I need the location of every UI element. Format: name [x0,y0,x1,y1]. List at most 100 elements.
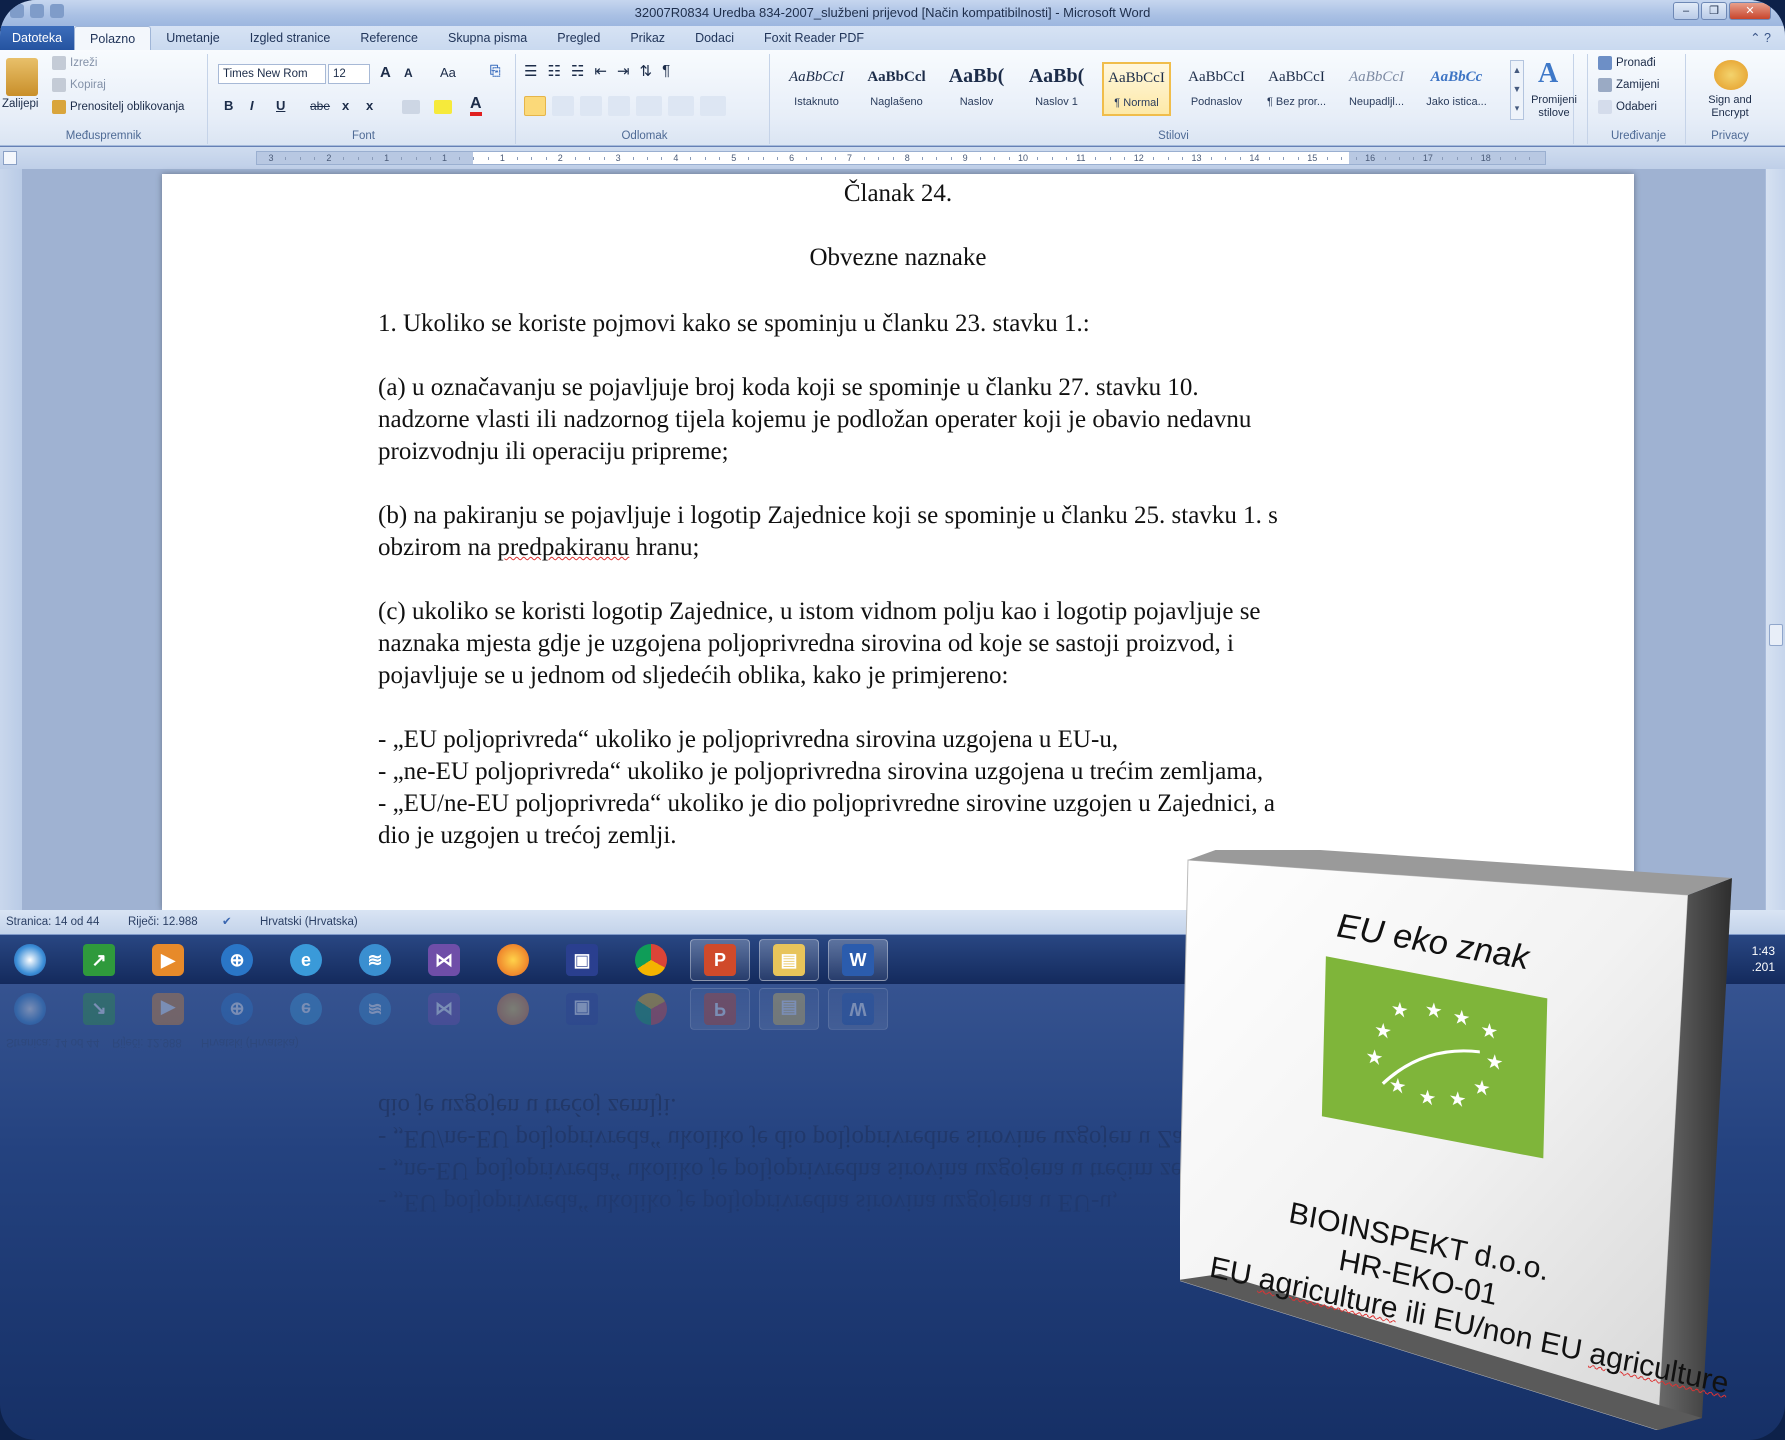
strikethrough-button[interactable]: abe [310,99,330,113]
italic-button[interactable]: I [250,98,254,113]
file-explorer-taskbar-button[interactable]: ▤ [759,939,819,981]
spelling-error[interactable]: predpakiranu [497,534,629,561]
tab-home[interactable]: Polazno [74,26,152,50]
word-count[interactable]: Riječi: 12.988 [128,910,198,934]
ruler-tick [1384,157,1386,160]
align-right-icon[interactable] [580,96,602,116]
tab-review[interactable]: Pregled [542,26,615,50]
tab-addins[interactable]: Dodaci [680,26,749,50]
internet-explorer-taskbar-button[interactable]: e [276,939,336,981]
text-run: obzirom na [378,534,498,561]
style-no-spacing[interactable]: AaBbCcI ¶ Bez pror... [1262,62,1331,116]
find-button[interactable]: Pronađi [1598,56,1656,70]
copy-button[interactable]: Kopiraj [52,78,106,92]
style-title[interactable]: AaBb(Naslov [942,62,1011,116]
save-disk-taskbar-button[interactable]: ▣ [552,939,612,981]
font-color-icon[interactable]: A [470,96,482,116]
media-player-taskbar-button[interactable]: ▶ [138,939,198,981]
tab-page-layout[interactable]: Izgled stranice [235,26,346,50]
globe-taskbar-button[interactable]: ⊕ [207,939,267,981]
help-icon[interactable]: ⌃ ? [1750,26,1771,50]
minimize-button[interactable]: – [1673,2,1699,20]
page-count[interactable]: Stranica: 14 od 44 [6,910,99,934]
align-center-icon[interactable] [552,96,574,116]
stock-chart-taskbar-button[interactable]: ↗ [69,939,129,981]
shrink-font-button[interactable]: A [404,66,413,80]
sign-encrypt-icon[interactable] [1714,60,1748,90]
highlight-icon[interactable] [434,100,452,114]
tab-file[interactable]: Datoteka [0,26,75,50]
change-case-button[interactable]: Aa [440,65,456,80]
paste-button[interactable]: Zalijepi [2,98,38,110]
start-orb-taskbar-button[interactable] [0,939,60,981]
style-heading-1[interactable]: AaBb(Naslov 1 [1022,62,1091,116]
clipboard-group-label: Međuspremnik [65,130,142,142]
svg-text:★: ★ [1374,1017,1392,1044]
subscript-button[interactable]: x [342,98,349,113]
justify-icon[interactable] [608,96,630,116]
decrease-indent-icon[interactable]: ⇤ [594,62,607,80]
copy-icon [52,78,66,92]
show-marks-icon[interactable]: ¶ [662,62,670,80]
increase-indent-icon[interactable]: ⇥ [617,62,630,80]
line-spacing-icon[interactable] [636,96,662,116]
bold-button[interactable]: B [224,98,233,113]
multilevel-list-icon[interactable]: ☵ [571,62,584,80]
close-button[interactable]: ✕ [1729,2,1771,20]
style-normal[interactable]: AaBbCcI ¶ Normal [1102,62,1171,116]
language-indicator[interactable]: Hrvatski (Hrvatska) [260,910,358,934]
ruler-tick [1326,157,1328,160]
shading-icon[interactable] [668,96,694,116]
underline-button[interactable]: U [276,98,285,113]
numbering-icon[interactable]: ☷ [547,62,560,80]
horizontal-ruler[interactable]: 3 2 1 1 1 2 3 4 5 6 7 8 9 10 11 12 13 14 15 16 17 18 [256,151,1546,165]
tab-references[interactable]: Reference [345,26,433,50]
scrollbar-thumb[interactable] [1769,624,1783,646]
clear-format-icon[interactable]: ⎘ [490,63,500,79]
paste-icon[interactable] [6,58,38,96]
tab-selector[interactable] [3,151,17,165]
style-name: ¶ Normal [1114,97,1159,109]
style-emphasis[interactable]: AaBbCcI Istaknuto [782,62,851,116]
save-icon[interactable] [30,4,44,18]
align-left-icon[interactable] [524,96,546,116]
select-button[interactable]: Odaberi [1598,100,1657,114]
font-size-select[interactable]: 12 [328,64,370,84]
visual-studio-taskbar-button[interactable]: ⋈ [414,939,474,981]
word-logo-icon[interactable] [10,4,24,18]
sign-encrypt-button[interactable]: Sign and Encrypt [1690,94,1770,120]
tab-foxit[interactable]: Foxit Reader PDF [749,26,879,50]
text-effects-icon[interactable] [402,100,420,114]
font-name-select[interactable]: Times New Rom [218,64,326,84]
document-page[interactable]: Članak 24. Obvezne naznake 1. Ukoliko se… [162,174,1634,910]
style-strong[interactable]: AaBbCcl Naglašeno [862,62,931,116]
tab-mailings[interactable]: Skupna pisma [433,26,542,50]
vertical-scrollbar[interactable] [1765,169,1785,910]
format-painter-button[interactable]: Prenositelj oblikovanja [52,100,184,114]
proofing-icon[interactable]: ✔ [222,910,232,934]
change-styles-icon[interactable]: A [1538,58,1558,90]
bullets-icon[interactable]: ☰ [524,62,537,80]
replace-button[interactable]: Zamijeni [1598,78,1659,92]
firefox-taskbar-button[interactable] [483,939,543,981]
superscript-button[interactable]: x [366,98,373,113]
style-intense[interactable]: AaBbCc Jako istica... [1422,62,1491,116]
powerpoint-taskbar-button[interactable]: P [690,939,750,981]
tab-insert[interactable]: Umetanje [151,26,235,50]
change-styles-button[interactable]: Promijeni stilove [1522,94,1586,120]
grow-font-button[interactable]: A [380,64,391,81]
chrome-taskbar-button[interactable] [621,939,681,981]
borders-icon[interactable] [700,96,726,116]
sort-icon[interactable]: ⇅ [640,62,653,80]
undo-icon[interactable] [50,4,64,18]
word-taskbar-button[interactable]: W [828,939,888,981]
style-subtitle[interactable]: AaBbCcI Podnaslov [1182,62,1251,116]
network-taskbar-button[interactable]: ≋ [345,939,405,981]
style-subtle[interactable]: AaBbCcI Neupadljl... [1342,62,1411,116]
paragraph-group-label: Odlomak [621,130,668,142]
maximize-button[interactable]: ❐ [1701,2,1727,20]
cut-button[interactable]: Izreži [52,56,97,70]
ruler-tick [1239,157,1241,160]
system-clock[interactable]: 1:43 .201 [1752,943,1775,975]
tab-view[interactable]: Prikaz [615,26,680,50]
